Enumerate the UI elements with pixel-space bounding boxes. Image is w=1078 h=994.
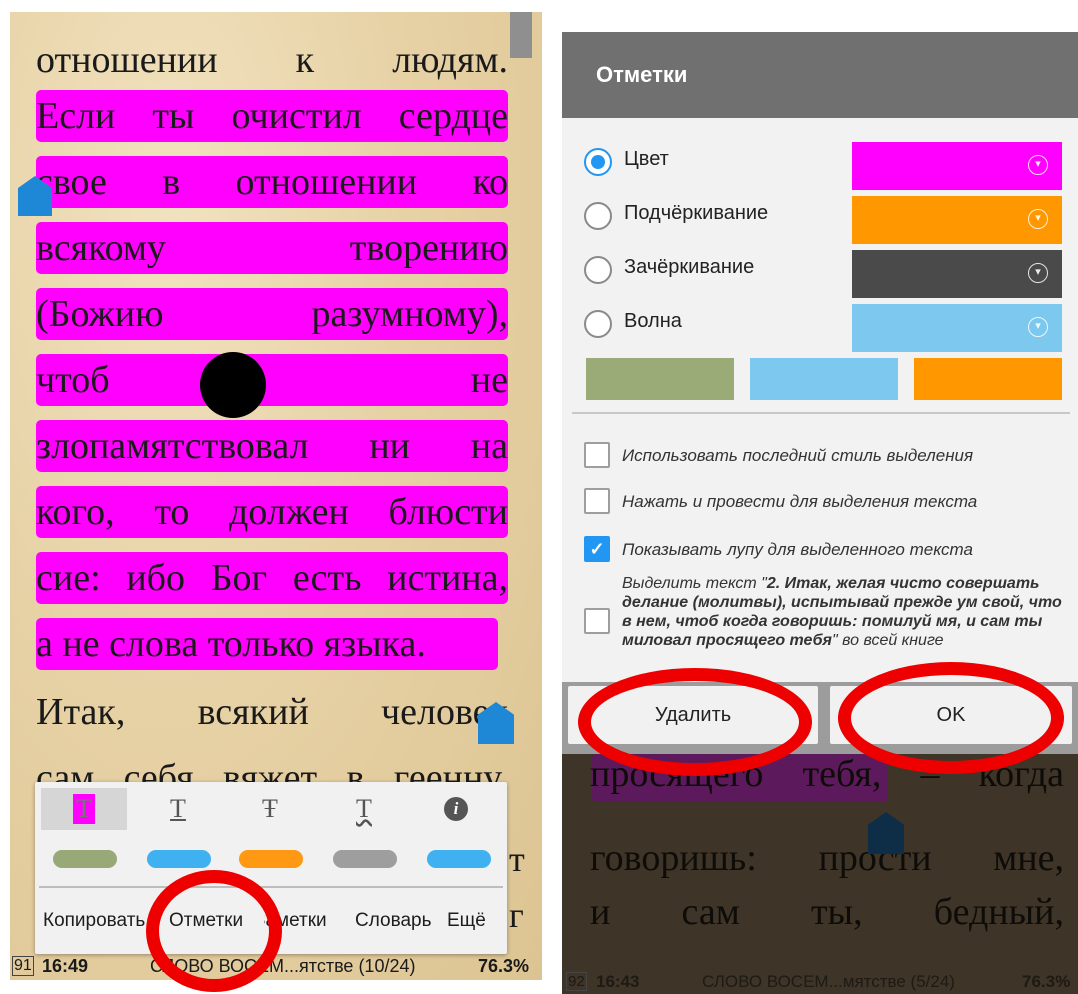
color-dropdown[interactable]: ▾ [852, 142, 1062, 190]
highlight-all-suffix: " во всей книге [831, 632, 944, 649]
highlight-all-prefix: Выделить текст " [622, 575, 767, 592]
checkbox-row[interactable]: Использовать последний стиль выделения [584, 442, 1070, 472]
checkbox[interactable] [584, 488, 610, 514]
checkbox-label: Нажать и провести для выделения текста [622, 492, 978, 511]
preset-color-orange[interactable] [914, 358, 1062, 400]
color-dropdown[interactable]: ▾ [852, 304, 1062, 352]
book-percent: 76.3% [478, 956, 530, 976]
option-label: Подчёркивание [624, 202, 769, 224]
checkbox[interactable] [584, 608, 610, 634]
highlight-style-icon[interactable]: T [41, 788, 127, 830]
marks-dialog: Отметки Цвет ▾ Подчёркивание ▾ Зачёркива… [562, 32, 1078, 754]
chevron-down-icon: ▾ [1028, 263, 1048, 283]
reader-status-bar: 92 16:43 СЛОВО ВОСЕМ...мятстве (5/24) 76… [562, 972, 1078, 994]
color-swatch-orange[interactable] [239, 850, 303, 868]
bookmark-ribbon-icon[interactable] [510, 12, 532, 58]
dialog-title: Отметки [562, 32, 1078, 118]
annotation-ring [146, 870, 282, 992]
wave-style-icon[interactable]: T [321, 788, 407, 830]
checkbox-row[interactable]: Нажать и провести для выделения текста [584, 488, 1070, 518]
highlighted-text-line[interactable]: (Божию разумному), [36, 288, 508, 340]
strike-glyph: Ŧ [262, 794, 278, 823]
preset-color-blue[interactable] [750, 358, 898, 400]
clock: 16:43 [596, 972, 640, 991]
dictionary-button[interactable]: Словарь [355, 910, 432, 932]
page-number: 92 [566, 972, 587, 991]
option-strikethrough[interactable]: Зачёркивание ▾ [582, 250, 1072, 298]
option-label: Цвет [624, 148, 669, 170]
highlighted-text-line[interactable]: Если ты очистил сердце [36, 90, 508, 142]
underline-style-icon[interactable]: T [135, 788, 221, 830]
reader-status-bar: 91 16:49 СЛОВО ВОСЕМ...ятстве (10/24) 76… [10, 956, 542, 978]
highlighted-text-line[interactable]: а не слова только языка. [36, 618, 498, 670]
highlighted-text-line[interactable]: свое в отношении ко [36, 156, 508, 208]
selection-handle-icon[interactable] [868, 812, 904, 854]
checkbox-row-highlight-all[interactable]: Выделить текст "2. Итак, желая чисто сов… [584, 574, 1070, 652]
book-text-line: говоришь: прости мне, [590, 837, 1064, 879]
option-wave[interactable]: Волна ▾ [582, 304, 1072, 352]
highlighted-text-line[interactable]: злопамятствовал ни на [36, 420, 508, 472]
page-number: 91 [12, 956, 34, 976]
highlight-all-label: Выделить текст "2. Итак, желая чисто сов… [622, 574, 1070, 650]
option-label: Волна [624, 310, 682, 332]
clock: 16:49 [42, 956, 89, 976]
underline-glyph: T [170, 794, 186, 823]
checkbox-row[interactable]: ✓ Показывать лупу для выделенного текста [584, 536, 1070, 566]
checkbox[interactable] [584, 442, 610, 468]
checkbox-label: Показывать лупу для выделенного текста [622, 540, 973, 559]
color-swatch-green[interactable] [53, 850, 117, 868]
option-color[interactable]: Цвет ▾ [582, 142, 1072, 190]
wave-glyph: T [356, 794, 372, 823]
checkbox-checked-icon[interactable]: ✓ [584, 536, 610, 562]
reader-left-panel: отношении к людям. Если ты очистил сердц… [10, 12, 542, 980]
color-dropdown[interactable]: ▾ [852, 250, 1062, 298]
option-underline[interactable]: Подчёркивание ▾ [582, 196, 1072, 244]
highlighted-text-line[interactable]: кого, то должен блюсти [36, 486, 508, 538]
radio-icon[interactable] [584, 202, 612, 230]
chevron-down-icon: ▾ [1028, 155, 1048, 175]
chapter-progress: СЛОВО ВОСЕМ...мятстве (5/24) [702, 972, 955, 991]
strikethrough-style-icon[interactable]: Ŧ [227, 788, 313, 830]
overflow-text-fragment: г [509, 895, 524, 935]
radio-selected-icon[interactable] [584, 148, 612, 176]
chevron-down-icon: ▾ [1028, 209, 1048, 229]
annotation-ring [838, 662, 1064, 774]
option-label: Зачёркивание [624, 256, 755, 278]
highlighted-text-line[interactable]: всякому творению [36, 222, 508, 274]
color-swatch-blue[interactable] [147, 850, 211, 868]
preset-color-green[interactable] [586, 358, 734, 400]
checkbox-label: Использовать последний стиль выделения [622, 446, 974, 465]
chevron-down-icon: ▾ [1028, 317, 1048, 337]
highlighted-text-line[interactable]: сие: ибо Бог есть истина, [36, 552, 508, 604]
color-swatch-gray[interactable] [333, 850, 397, 868]
info-glyph: i [444, 797, 468, 821]
copy-button[interactable]: Копировать [43, 910, 155, 932]
annotation-ring [578, 668, 812, 776]
overflow-text-fragment: т [509, 839, 525, 879]
radio-icon[interactable] [584, 256, 612, 284]
highlight-glyph: T [73, 794, 95, 824]
book-text-line: Итак, всякий человек [36, 691, 508, 733]
info-icon[interactable]: i [413, 788, 499, 830]
book-text-line: и сам ты, бедный, [590, 891, 1064, 933]
toolbar-divider [39, 886, 503, 888]
radio-icon[interactable] [584, 310, 612, 338]
highlighted-text-line[interactable]: чтоб не [36, 354, 508, 406]
color-swatch-blue-2[interactable] [427, 850, 491, 868]
color-dropdown[interactable]: ▾ [852, 196, 1062, 244]
book-percent: 76.3% [1022, 972, 1071, 991]
touch-point-marker [200, 352, 266, 418]
reader-right-panel: просящего тебя, – когда говоришь: прости… [562, 32, 1078, 994]
book-text-line: отношении к людям. [36, 39, 508, 81]
more-button[interactable]: Ещё [447, 910, 486, 932]
dialog-divider [572, 412, 1070, 414]
